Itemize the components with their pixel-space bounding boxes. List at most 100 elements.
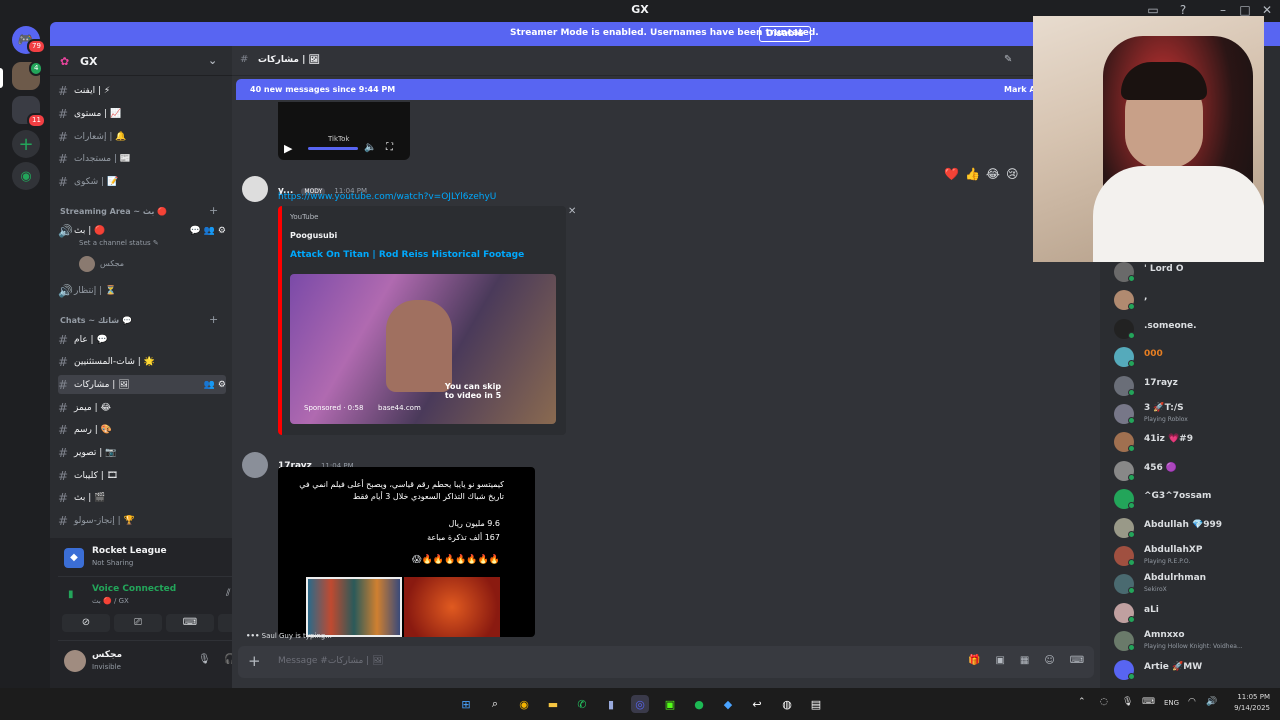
- microphone-icon[interactable]: 🎙: [198, 654, 211, 665]
- start-icon[interactable]: ⊞: [457, 695, 475, 713]
- embed-close-icon[interactable]: ✕: [568, 206, 576, 217]
- channel-item[interactable]: # بث | 🎬: [58, 489, 226, 508]
- voice-channel-label[interactable]: بث 🔴 / GX: [92, 597, 129, 605]
- category-chats[interactable]: Chats ~ شاتك 💬: [60, 316, 132, 325]
- channel-item[interactable]: # كليبات | 🎞: [58, 466, 226, 485]
- user-name[interactable]: مجكس: [92, 650, 122, 660]
- message-input-box[interactable]: + Message #مشاركات | 🖼 🎁 ▣ ▦ ☺ ⌨: [238, 646, 1094, 678]
- channel-item[interactable]: # مستوى | 📈: [58, 104, 226, 123]
- kick-icon[interactable]: ▣: [661, 695, 679, 713]
- app-icon[interactable]: ▮: [602, 695, 620, 713]
- whatsapp-icon[interactable]: ✆: [573, 695, 591, 713]
- voice-connected-label[interactable]: Voice Connected: [92, 584, 176, 594]
- member-item[interactable]: .someone.: [1114, 318, 1274, 340]
- embed-title[interactable]: Attack On Titan | Rod Reiss Historical F…: [290, 250, 524, 260]
- channel-actions[interactable]: 👥 ⚙: [204, 380, 226, 390]
- category-streaming[interactable]: Streaming Area ~ بث 🔴: [60, 207, 167, 216]
- member-item[interactable]: Abdullah 💎999: [1114, 517, 1274, 539]
- chrome-icon[interactable]: ◉: [515, 695, 533, 713]
- member-item[interactable]: 41iz 💗#9: [1114, 431, 1274, 453]
- new-messages-bar[interactable]: 40 new messages since 9:44 PM Mark As Re…: [236, 79, 1100, 100]
- app-icon[interactable]: ↩: [748, 695, 766, 713]
- emoji-icon[interactable]: ☺: [1044, 655, 1054, 666]
- add-channel-icon[interactable]: +: [209, 313, 218, 326]
- embed-author[interactable]: Poogusubi: [290, 231, 337, 240]
- avatar[interactable]: [242, 176, 268, 202]
- member-item[interactable]: Amnxxo Playing Hollow Knight: Voidhea...: [1114, 630, 1274, 652]
- tray-chevron-icon[interactable]: ⌃: [1078, 697, 1086, 707]
- member-item[interactable]: ^G3^7ossam: [1114, 488, 1274, 510]
- fullscreen-icon[interactable]: ⛶: [386, 142, 393, 153]
- voice-user-name[interactable]: مجكس: [100, 259, 124, 268]
- member-item[interactable]: ' Lord O: [1114, 261, 1274, 283]
- tiktok-video-player[interactable]: TikTok ▶ 🔈 ⛶: [278, 102, 410, 160]
- reaction-laugh[interactable]: 😂: [986, 167, 1000, 181]
- channel-item[interactable]: # مستجدات | 📰: [58, 149, 226, 168]
- member-item[interactable]: 000: [1114, 346, 1274, 368]
- ad-domain[interactable]: base44.com: [378, 404, 421, 412]
- search-icon[interactable]: ⌕: [486, 695, 504, 713]
- close-icon[interactable]: ✕: [1260, 3, 1274, 17]
- shield-icon[interactable]: ◆: [719, 695, 737, 713]
- disable-streamer-button[interactable]: Disable: [759, 26, 811, 42]
- member-item[interactable]: Artie 🚀MW: [1114, 659, 1274, 681]
- maximize-icon[interactable]: □: [1238, 3, 1252, 17]
- volume-icon[interactable]: 🔈: [364, 142, 376, 153]
- threads-icon[interactable]: ✎: [1004, 54, 1012, 65]
- noise-suppression-icon[interactable]: ⫽: [226, 588, 230, 599]
- avatar[interactable]: [64, 650, 86, 672]
- video-thumbnail[interactable]: You can skip to video in 5 Sponsored · 0…: [290, 274, 556, 424]
- image-attachment[interactable]: كيميتسو نو يايبا يحطم رقم قياسي، ويصبح أ…: [278, 467, 535, 637]
- channel-item[interactable]: # ميمز | 😂: [58, 398, 226, 417]
- add-attachment-icon[interactable]: +: [248, 652, 261, 670]
- discover-icon[interactable]: ◉: [12, 162, 40, 190]
- voice-channel-item[interactable]: 🔊 بث | 🔴 💬 👥 ⚙: [58, 221, 226, 240]
- voice-channel-actions[interactable]: 💬 👥 ⚙: [190, 226, 226, 236]
- activities-button[interactable]: ⌨: [166, 614, 214, 632]
- voice-channel-item[interactable]: 🔊 إنتظار | ⏳: [58, 281, 226, 300]
- channel-item[interactable]: # رسم | 🎨: [58, 421, 226, 440]
- gif-icon[interactable]: ▣: [995, 655, 1004, 666]
- channel-item[interactable]: # عام | 💬: [58, 330, 226, 349]
- reaction-heart[interactable]: ❤️: [944, 167, 959, 181]
- channel-item[interactable]: # تصوير | 📷: [58, 444, 226, 463]
- ad-skip-text[interactable]: You can skip to video in 5: [440, 382, 506, 400]
- add-server-icon[interactable]: +: [12, 130, 40, 158]
- member-item[interactable]: 17rayz: [1114, 375, 1274, 397]
- avatar[interactable]: [242, 452, 268, 478]
- channel-item[interactable]: # ايفنت | ⚡: [58, 81, 226, 100]
- seek-bar[interactable]: [308, 147, 358, 150]
- channel-item[interactable]: # مشاركات | 🖼 👥 ⚙: [58, 375, 226, 395]
- keyboard-icon[interactable]: ⌨: [1142, 697, 1155, 707]
- file-explorer-icon[interactable]: ▬: [544, 695, 562, 713]
- camera-off-button[interactable]: ⊘: [62, 614, 110, 632]
- minimize-icon[interactable]: –: [1216, 3, 1230, 17]
- tray-icon[interactable]: ◌: [1100, 697, 1108, 707]
- sticker-icon[interactable]: ▦: [1020, 655, 1029, 666]
- volume-icon[interactable]: 🔊: [1206, 697, 1217, 707]
- play-icon[interactable]: ▶: [284, 142, 292, 155]
- member-item[interactable]: 456 🟣: [1114, 460, 1274, 482]
- spotify-icon[interactable]: ●: [690, 695, 708, 713]
- channel-item[interactable]: # إشعارات | 🔔: [58, 127, 226, 146]
- language-indicator[interactable]: ENG: [1164, 699, 1179, 707]
- member-item[interactable]: Abdulrhman SekiroX: [1114, 573, 1274, 595]
- message-placeholder[interactable]: Message #مشاركات | 🖼: [278, 656, 383, 666]
- reaction-thumbs-up[interactable]: 👍: [965, 167, 980, 181]
- clapper-icon[interactable]: ▤: [807, 695, 825, 713]
- reaction-sad[interactable]: 😢: [1006, 167, 1019, 181]
- obs-icon[interactable]: ◍: [778, 695, 796, 713]
- member-item[interactable]: aLi: [1114, 602, 1274, 624]
- microphone-tray-icon[interactable]: 🎙: [1122, 697, 1133, 707]
- apps-icon[interactable]: ⌨: [1070, 655, 1084, 666]
- member-item[interactable]: ,: [1114, 289, 1274, 311]
- inbox-icon[interactable]: ▭: [1146, 3, 1160, 17]
- channel-item[interactable]: # إنجاز-سولو | 🏆: [58, 512, 226, 531]
- clock-date[interactable]: 9/14/2025: [1226, 704, 1270, 712]
- member-item[interactable]: 3 🚀T:/S Playing Roblox: [1114, 403, 1274, 425]
- server-header[interactable]: ✿ GX ⌄: [50, 46, 232, 76]
- share-screen-button[interactable]: ⎚: [114, 614, 162, 632]
- channel-status-hint[interactable]: Set a channel status ✎: [79, 239, 159, 247]
- channel-item[interactable]: # شكوى | 📝: [58, 172, 226, 191]
- message-link[interactable]: https://www.youtube.com/watch?v=OJLYl6ze…: [278, 192, 496, 202]
